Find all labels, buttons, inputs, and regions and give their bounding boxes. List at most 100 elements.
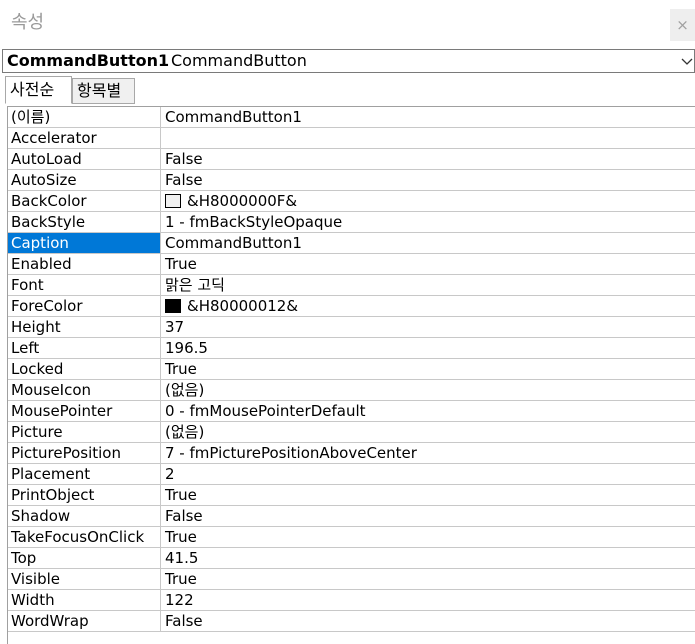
property-value-text: True xyxy=(165,255,197,273)
property-name[interactable]: AutoLoad xyxy=(8,149,161,169)
property-row[interactable]: PicturePosition 7 - fmPicturePositionAbov… xyxy=(8,443,695,464)
property-name[interactable]: Left xyxy=(8,338,161,358)
property-value[interactable]: 196.5 xyxy=(162,338,695,358)
property-value[interactable]: False xyxy=(162,170,695,190)
property-value[interactable] xyxy=(162,128,695,148)
property-value-text: 196.5 xyxy=(165,339,208,357)
property-name[interactable]: Shadow xyxy=(8,506,161,526)
property-value-text: True xyxy=(165,528,197,546)
property-name[interactable]: WordWrap xyxy=(8,611,161,631)
property-name[interactable]: Placement xyxy=(8,464,161,484)
property-value[interactable]: 7 - fmPicturePositionAboveCenter xyxy=(162,443,695,463)
tab-alphabetic[interactable]: 사전순 xyxy=(5,76,72,104)
property-value[interactable]: False xyxy=(162,611,695,631)
property-name[interactable]: MouseIcon xyxy=(8,380,161,400)
property-row[interactable]: AutoSize False xyxy=(8,170,695,191)
property-name[interactable]: PrintObject xyxy=(8,485,161,505)
title-bar: 속성 × xyxy=(0,0,695,45)
property-name[interactable]: Height xyxy=(8,317,161,337)
property-value-text: False xyxy=(165,150,203,168)
object-name: CommandButton1 xyxy=(7,51,170,70)
property-row[interactable]: Width 122 xyxy=(8,590,695,611)
property-row[interactable]: Accelerator xyxy=(8,128,695,149)
property-name[interactable]: AutoSize xyxy=(8,170,161,190)
property-value-text: True xyxy=(165,360,197,378)
property-value[interactable]: 1 - fmBackStyleOpaque xyxy=(162,212,695,232)
property-row[interactable]: Shadow False xyxy=(8,506,695,527)
property-name[interactable]: Caption xyxy=(8,233,161,253)
property-name[interactable]: Top xyxy=(8,548,161,568)
property-value[interactable]: 맑은 고딕 xyxy=(162,275,695,295)
property-row[interactable]: MousePointer 0 - fmMousePointerDefault xyxy=(8,401,695,422)
property-row[interactable]: Height 37 xyxy=(8,317,695,338)
property-value[interactable]: (없음) xyxy=(162,422,695,442)
property-name[interactable]: PicturePosition xyxy=(8,443,161,463)
property-row[interactable]: BackStyle 1 - fmBackStyleOpaque xyxy=(8,212,695,233)
property-value[interactable]: &H80000012& xyxy=(162,296,695,316)
tab-strip: 사전순 항목별 xyxy=(0,76,695,104)
property-name[interactable]: TakeFocusOnClick xyxy=(8,527,161,547)
property-value[interactable]: True xyxy=(162,254,695,274)
property-value[interactable]: (없음) xyxy=(162,380,695,400)
property-row[interactable]: ForeColor &H80000012& xyxy=(8,296,695,317)
property-row[interactable]: Placement 2 xyxy=(8,464,695,485)
property-row[interactable]: (이름) CommandButton1 xyxy=(8,107,695,128)
property-value-text: False xyxy=(165,507,203,525)
property-row[interactable]: Top 41.5 xyxy=(8,548,695,569)
close-button[interactable]: × xyxy=(670,9,695,41)
property-row[interactable]: Caption CommandButton1 xyxy=(8,233,695,254)
property-name[interactable]: Font xyxy=(8,275,161,295)
property-value-text: (없음) xyxy=(165,381,205,399)
chevron-down-icon xyxy=(681,58,693,65)
property-value[interactable]: True xyxy=(162,485,695,505)
property-value[interactable]: 2 xyxy=(162,464,695,484)
property-row[interactable]: TakeFocusOnClick True xyxy=(8,527,695,548)
property-name[interactable]: Accelerator xyxy=(8,128,161,148)
property-value[interactable]: 0 - fmMousePointerDefault xyxy=(162,401,695,421)
property-row[interactable]: Left 196.5 xyxy=(8,338,695,359)
property-value-text: False xyxy=(165,612,203,630)
property-value-text: True xyxy=(165,570,197,588)
property-value[interactable]: 37 xyxy=(162,317,695,337)
property-name[interactable]: MousePointer xyxy=(8,401,161,421)
property-value[interactable]: 122 xyxy=(162,590,695,610)
property-name[interactable]: Enabled xyxy=(8,254,161,274)
property-name[interactable]: BackColor xyxy=(8,191,161,211)
property-name[interactable]: (이름) xyxy=(8,107,161,127)
property-row[interactable]: AutoLoad False xyxy=(8,149,695,170)
property-value-text: &H8000000F& xyxy=(187,192,298,210)
tab-categorized[interactable]: 항목별 xyxy=(72,78,135,104)
property-row[interactable]: BackColor &H8000000F& xyxy=(8,191,695,212)
property-value[interactable]: True xyxy=(162,359,695,379)
property-value-text: &H80000012& xyxy=(187,297,299,315)
property-row[interactable]: MouseIcon (없음) xyxy=(8,380,695,401)
property-row[interactable]: Font 맑은 고딕 xyxy=(8,275,695,296)
object-selector-dropdown[interactable]: CommandButton1 CommandButton xyxy=(2,49,695,73)
property-value-text: 37 xyxy=(165,318,185,336)
color-swatch xyxy=(165,299,181,313)
property-row[interactable]: PrintObject True xyxy=(8,485,695,506)
property-value[interactable]: &H8000000F& xyxy=(162,191,695,211)
property-row[interactable]: Locked True xyxy=(8,359,695,380)
property-value[interactable]: True xyxy=(162,569,695,589)
property-value[interactable]: 41.5 xyxy=(162,548,695,568)
property-value[interactable]: CommandButton1 xyxy=(162,107,695,127)
object-type: CommandButton xyxy=(171,51,307,70)
property-value[interactable]: True xyxy=(162,527,695,547)
close-icon: × xyxy=(676,16,689,34)
property-row[interactable]: WordWrap False xyxy=(8,611,695,632)
property-name[interactable]: ForeColor xyxy=(8,296,161,316)
property-value-text: 0 - fmMousePointerDefault xyxy=(165,402,366,420)
property-row[interactable]: Visible True xyxy=(8,569,695,590)
property-name[interactable]: Visible xyxy=(8,569,161,589)
property-name[interactable]: Picture xyxy=(8,422,161,442)
property-name[interactable]: Locked xyxy=(8,359,161,379)
property-value[interactable]: False xyxy=(162,506,695,526)
property-value[interactable]: CommandButton1 xyxy=(162,233,695,253)
property-name[interactable]: BackStyle xyxy=(8,212,161,232)
property-name[interactable]: Width xyxy=(8,590,161,610)
property-row[interactable]: Picture (없음) xyxy=(8,422,695,443)
property-value-text: 2 xyxy=(165,465,175,483)
property-row[interactable]: Enabled True xyxy=(8,254,695,275)
property-value[interactable]: False xyxy=(162,149,695,169)
